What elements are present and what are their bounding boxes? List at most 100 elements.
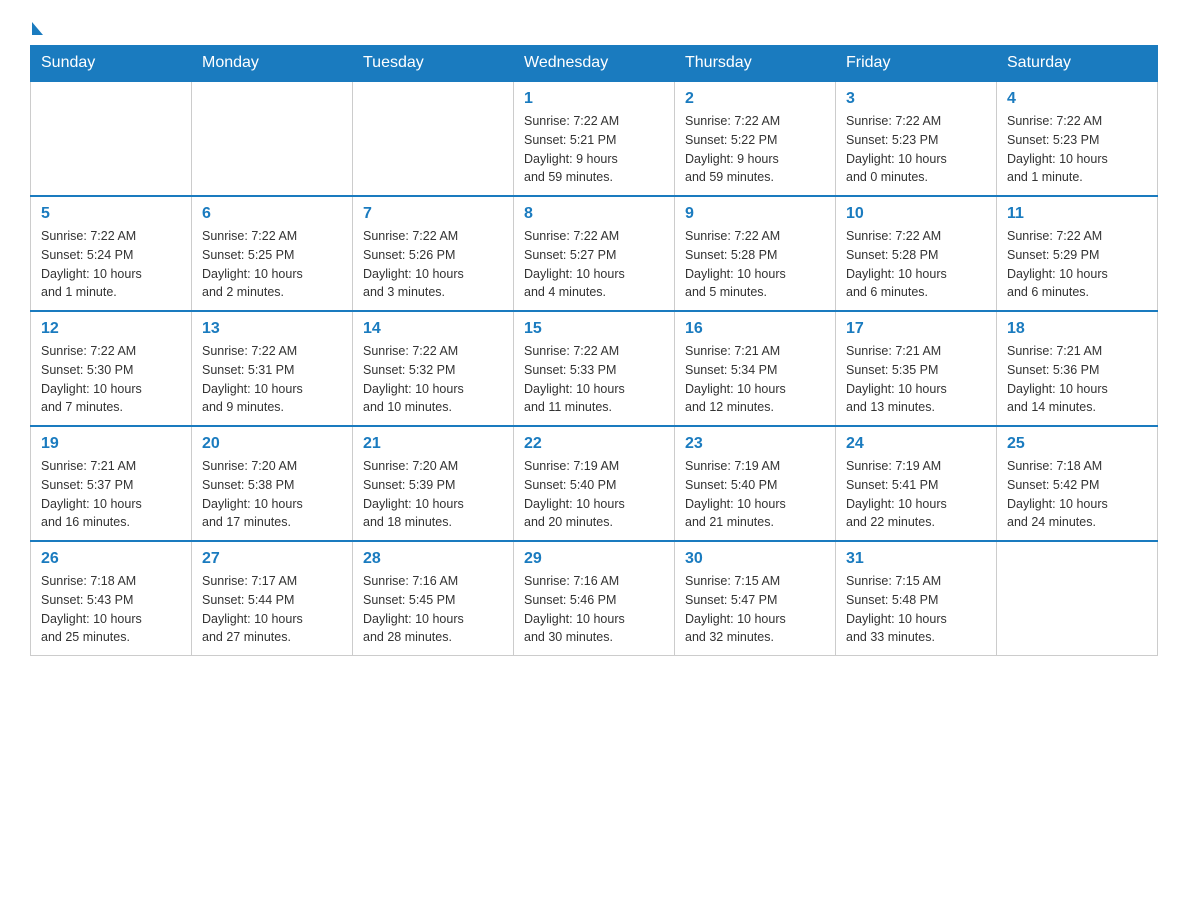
day-info: Sunrise: 7:22 AMSunset: 5:33 PMDaylight:… — [524, 342, 664, 417]
day-number: 8 — [524, 205, 664, 223]
calendar-day-cell: 26 Sunrise: 7:18 AMSunset: 5:43 PMDayligh… — [31, 541, 192, 656]
day-number: 13 — [202, 320, 342, 338]
day-number: 23 — [685, 435, 825, 453]
day-info: Sunrise: 7:20 AMSunset: 5:39 PMDaylight:… — [363, 457, 503, 532]
day-number: 29 — [524, 550, 664, 568]
calendar-day-cell: 6Sunrise: 7:22 AMSunset: 5:25 PMDaylight… — [192, 196, 353, 311]
day-info: Sunrise: 7:17 AMSunset: 5:44 PMDaylight:… — [202, 572, 342, 647]
day-info: Sunrise: 7:22 AMSunset: 5:26 PMDaylight:… — [363, 227, 503, 302]
day-number: 19 — [41, 435, 181, 453]
day-number: 2 — [685, 90, 825, 108]
day-number: 17 — [846, 320, 986, 338]
day-info: Sunrise: 7:21 AMSunset: 5:34 PMDaylight:… — [685, 342, 825, 417]
calendar-day-cell: 29 Sunrise: 7:16 AMSunset: 5:46 PMDayligh… — [514, 541, 675, 656]
calendar-day-cell: 7 Sunrise: 7:22 AMSunset: 5:26 PMDaylight… — [353, 196, 514, 311]
day-number: 4 — [1007, 90, 1147, 108]
page-header — [30, 20, 1158, 35]
day-number: 3 — [846, 90, 986, 108]
day-info: Sunrise: 7:22 AMSunset: 5:31 PMDaylight:… — [202, 342, 342, 417]
day-info: Sunrise: 7:22 AMSunset: 5:21 PMDaylight:… — [524, 112, 664, 187]
calendar-day-cell — [31, 81, 192, 196]
weekday-header-tuesday: Tuesday — [353, 46, 514, 82]
week-row-5: 26 Sunrise: 7:18 AMSunset: 5:43 PMDayligh… — [31, 541, 1158, 656]
day-info: Sunrise: 7:22 AMSunset: 5:23 PMDaylight:… — [846, 112, 986, 187]
calendar-day-cell: 20Sunrise: 7:20 AMSunset: 5:38 PMDayligh… — [192, 426, 353, 541]
calendar-day-cell: 25 Sunrise: 7:18 AMSunset: 5:42 PMDayligh… — [997, 426, 1158, 541]
day-info: Sunrise: 7:20 AMSunset: 5:38 PMDaylight:… — [202, 457, 342, 532]
weekday-header-wednesday: Wednesday — [514, 46, 675, 82]
calendar-day-cell: 31Sunrise: 7:15 AMSunset: 5:48 PMDayligh… — [836, 541, 997, 656]
day-number: 22 — [524, 435, 664, 453]
day-number: 15 — [524, 320, 664, 338]
calendar-day-cell: 15 Sunrise: 7:22 AMSunset: 5:33 PMDayligh… — [514, 311, 675, 426]
calendar-day-cell: 30Sunrise: 7:15 AMSunset: 5:47 PMDayligh… — [675, 541, 836, 656]
calendar-day-cell: 4 Sunrise: 7:22 AMSunset: 5:23 PMDaylight… — [997, 81, 1158, 196]
day-info: Sunrise: 7:22 AMSunset: 5:22 PMDaylight:… — [685, 112, 825, 187]
day-number: 26 — [41, 550, 181, 568]
calendar-day-cell: 19 Sunrise: 7:21 AMSunset: 5:37 PMDayligh… — [31, 426, 192, 541]
day-info: Sunrise: 7:18 AMSunset: 5:42 PMDaylight:… — [1007, 457, 1147, 532]
day-info: Sunrise: 7:21 AMSunset: 5:36 PMDaylight:… — [1007, 342, 1147, 417]
day-number: 31 — [846, 550, 986, 568]
day-number: 7 — [363, 205, 503, 223]
day-info: Sunrise: 7:22 AMSunset: 5:27 PMDaylight:… — [524, 227, 664, 302]
week-row-2: 5Sunrise: 7:22 AMSunset: 5:24 PMDaylight… — [31, 196, 1158, 311]
day-number: 16 — [685, 320, 825, 338]
calendar-day-cell: 10Sunrise: 7:22 AMSunset: 5:28 PMDayligh… — [836, 196, 997, 311]
week-row-3: 12 Sunrise: 7:22 AMSunset: 5:30 PMDayligh… — [31, 311, 1158, 426]
calendar-day-cell: 2 Sunrise: 7:22 AMSunset: 5:22 PMDaylight… — [675, 81, 836, 196]
calendar-day-cell: 12 Sunrise: 7:22 AMSunset: 5:30 PMDayligh… — [31, 311, 192, 426]
weekday-header-saturday: Saturday — [997, 46, 1158, 82]
calendar-day-cell: 1 Sunrise: 7:22 AMSunset: 5:21 PMDaylight… — [514, 81, 675, 196]
day-info: Sunrise: 7:19 AMSunset: 5:41 PMDaylight:… — [846, 457, 986, 532]
day-info: Sunrise: 7:22 AMSunset: 5:25 PMDaylight:… — [202, 227, 342, 302]
calendar-day-cell: 9Sunrise: 7:22 AMSunset: 5:28 PMDaylight… — [675, 196, 836, 311]
weekday-header-friday: Friday — [836, 46, 997, 82]
calendar-day-cell: 28 Sunrise: 7:16 AMSunset: 5:45 PMDayligh… — [353, 541, 514, 656]
day-number: 28 — [363, 550, 503, 568]
day-info: Sunrise: 7:19 AMSunset: 5:40 PMDaylight:… — [685, 457, 825, 532]
day-number: 1 — [524, 90, 664, 108]
day-info: Sunrise: 7:18 AMSunset: 5:43 PMDaylight:… — [41, 572, 181, 647]
day-info: Sunrise: 7:22 AMSunset: 5:30 PMDaylight:… — [41, 342, 181, 417]
day-info: Sunrise: 7:22 AMSunset: 5:24 PMDaylight:… — [41, 227, 181, 302]
logo — [30, 20, 43, 35]
weekday-header-monday: Monday — [192, 46, 353, 82]
day-info: Sunrise: 7:21 AMSunset: 5:37 PMDaylight:… — [41, 457, 181, 532]
day-info: Sunrise: 7:22 AMSunset: 5:32 PMDaylight:… — [363, 342, 503, 417]
calendar-day-cell: 3 Sunrise: 7:22 AMSunset: 5:23 PMDaylight… — [836, 81, 997, 196]
calendar-day-cell — [353, 81, 514, 196]
day-info: Sunrise: 7:19 AMSunset: 5:40 PMDaylight:… — [524, 457, 664, 532]
calendar-table: SundayMondayTuesdayWednesdayThursdayFrid… — [30, 45, 1158, 656]
calendar-day-cell — [192, 81, 353, 196]
calendar-day-cell: 23 Sunrise: 7:19 AMSunset: 5:40 PMDayligh… — [675, 426, 836, 541]
weekday-header-row: SundayMondayTuesdayWednesdayThursdayFrid… — [31, 46, 1158, 82]
calendar-day-cell: 21Sunrise: 7:20 AMSunset: 5:39 PMDayligh… — [353, 426, 514, 541]
calendar-day-cell: 14 Sunrise: 7:22 AMSunset: 5:32 PMDayligh… — [353, 311, 514, 426]
calendar-day-cell: 24Sunrise: 7:19 AMSunset: 5:41 PMDayligh… — [836, 426, 997, 541]
day-number: 10 — [846, 205, 986, 223]
calendar-day-cell: 8 Sunrise: 7:22 AMSunset: 5:27 PMDaylight… — [514, 196, 675, 311]
week-row-4: 19 Sunrise: 7:21 AMSunset: 5:37 PMDayligh… — [31, 426, 1158, 541]
day-number: 14 — [363, 320, 503, 338]
week-row-1: 1 Sunrise: 7:22 AMSunset: 5:21 PMDaylight… — [31, 81, 1158, 196]
calendar-day-cell: 22 Sunrise: 7:19 AMSunset: 5:40 PMDayligh… — [514, 426, 675, 541]
calendar-day-cell: 17 Sunrise: 7:21 AMSunset: 5:35 PMDayligh… — [836, 311, 997, 426]
day-info: Sunrise: 7:22 AMSunset: 5:23 PMDaylight:… — [1007, 112, 1147, 187]
calendar-day-cell: 27 Sunrise: 7:17 AMSunset: 5:44 PMDayligh… — [192, 541, 353, 656]
day-info: Sunrise: 7:16 AMSunset: 5:46 PMDaylight:… — [524, 572, 664, 647]
day-number: 27 — [202, 550, 342, 568]
weekday-header-sunday: Sunday — [31, 46, 192, 82]
day-number: 25 — [1007, 435, 1147, 453]
day-number: 12 — [41, 320, 181, 338]
day-number: 18 — [1007, 320, 1147, 338]
day-info: Sunrise: 7:22 AMSunset: 5:29 PMDaylight:… — [1007, 227, 1147, 302]
calendar-day-cell: 5Sunrise: 7:22 AMSunset: 5:24 PMDaylight… — [31, 196, 192, 311]
day-info: Sunrise: 7:22 AMSunset: 5:28 PMDaylight:… — [685, 227, 825, 302]
calendar-day-cell: 11Sunrise: 7:22 AMSunset: 5:29 PMDayligh… — [997, 196, 1158, 311]
day-info: Sunrise: 7:16 AMSunset: 5:45 PMDaylight:… — [363, 572, 503, 647]
day-info: Sunrise: 7:21 AMSunset: 5:35 PMDaylight:… — [846, 342, 986, 417]
weekday-header-thursday: Thursday — [675, 46, 836, 82]
calendar-day-cell: 18 Sunrise: 7:21 AMSunset: 5:36 PMDayligh… — [997, 311, 1158, 426]
calendar-day-cell: 13 Sunrise: 7:22 AMSunset: 5:31 PMDayligh… — [192, 311, 353, 426]
